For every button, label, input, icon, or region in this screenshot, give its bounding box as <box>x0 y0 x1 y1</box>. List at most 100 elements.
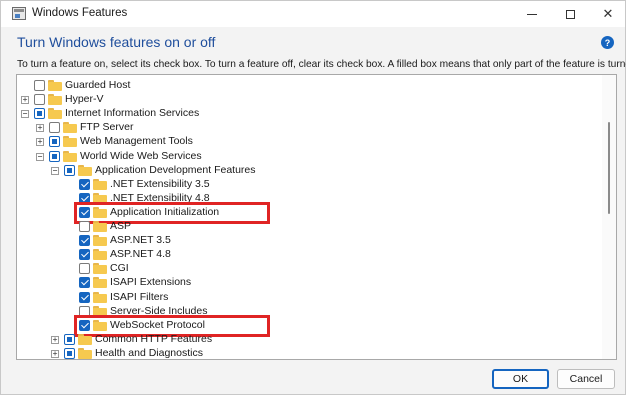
feature-checkbox[interactable] <box>79 319 90 331</box>
feature-row[interactable]: Server-Side Includes <box>17 305 597 319</box>
scrollbar-thumb[interactable] <box>608 122 610 214</box>
folder-icon <box>93 319 107 331</box>
feature-row[interactable]: + Common HTTP Features <box>17 333 597 347</box>
folder-icon <box>93 221 107 232</box>
folder-icon <box>93 277 107 289</box>
feature-row[interactable]: + Hyper-V <box>17 93 597 107</box>
expand-icon[interactable]: + <box>21 96 29 105</box>
collapse-icon[interactable]: − <box>36 152 44 161</box>
windows-features-app-icon <box>12 7 26 20</box>
folder-icon <box>93 178 107 190</box>
folder-icon <box>78 333 92 345</box>
expand-icon[interactable]: + <box>51 349 59 358</box>
folder-icon <box>93 263 107 275</box>
collapse-icon[interactable]: − <box>51 166 59 175</box>
feature-row[interactable]: − Application Development Features <box>17 164 597 178</box>
feature-checkbox[interactable] <box>79 192 90 204</box>
feature-row[interactable]: CGI <box>17 262 597 276</box>
feature-label: Application Development Features <box>95 163 256 176</box>
feature-label: ASP <box>110 220 132 232</box>
page-heading: Turn Windows features on or off <box>17 34 216 50</box>
feature-checkbox[interactable] <box>79 263 90 275</box>
feature-row[interactable]: − Internet Information Services <box>17 107 597 121</box>
windows-features-dialog: Windows Features ✕ Turn Windows features… <box>0 0 626 395</box>
feature-checkbox[interactable] <box>34 94 45 106</box>
feature-row[interactable]: ASP.NET 4.8 <box>17 248 597 262</box>
folder-icon <box>93 235 107 247</box>
folder-icon <box>48 80 62 91</box>
folder-icon <box>93 291 107 303</box>
folder-icon <box>63 122 77 134</box>
feature-row[interactable]: .NET Extensibility 3.5 <box>17 178 597 192</box>
expand-icon[interactable]: + <box>36 138 44 147</box>
feature-row[interactable]: ASP <box>17 220 597 234</box>
feature-row[interactable]: + Web Management Tools <box>17 135 597 149</box>
cancel-button[interactable]: Cancel <box>557 369 615 389</box>
folder-icon <box>93 305 107 317</box>
feature-checkbox[interactable] <box>49 150 60 162</box>
minimize-button[interactable] <box>514 1 550 27</box>
feature-label: .NET Extensibility 4.8 <box>110 191 210 204</box>
feature-label: Web Management Tools <box>80 135 193 148</box>
folder-icon <box>48 94 62 106</box>
feature-label: ISAPI Filters <box>110 290 169 303</box>
feature-row[interactable]: + Health and Diagnostics <box>17 346 597 359</box>
feature-label: Server-Side Includes <box>110 304 208 317</box>
expand-icon[interactable]: + <box>36 124 44 133</box>
feature-label: ASP.NET 4.8 <box>110 248 171 261</box>
feature-checkbox[interactable] <box>79 277 90 289</box>
collapse-icon[interactable]: − <box>21 110 29 119</box>
folder-icon <box>93 192 107 204</box>
feature-label: WebSocket Protocol <box>110 318 205 331</box>
feature-label: FTP Server <box>80 121 134 134</box>
folder-icon <box>78 347 92 359</box>
feature-label: Common HTTP Features <box>95 332 213 345</box>
feature-checkbox[interactable] <box>34 80 45 91</box>
feature-checkbox[interactable] <box>64 333 75 345</box>
feature-checkbox[interactable] <box>79 291 90 303</box>
close-button[interactable]: ✕ <box>590 1 626 27</box>
folder-icon <box>48 108 62 120</box>
maximize-button[interactable] <box>552 1 588 27</box>
feature-label: Hyper-V <box>65 93 104 106</box>
folder-icon <box>63 136 77 148</box>
feature-checkbox[interactable] <box>79 249 90 261</box>
feature-checkbox[interactable] <box>64 347 75 359</box>
maximize-icon <box>565 9 575 19</box>
feature-checkbox[interactable] <box>79 221 90 232</box>
window-title: Windows Features <box>32 7 128 19</box>
help-icon[interactable]: ? <box>601 36 614 49</box>
feature-row[interactable]: WebSocket Protocol <box>17 319 597 333</box>
close-icon: ✕ <box>602 6 614 21</box>
feature-row[interactable]: Guarded Host <box>17 79 597 93</box>
title-bar: Windows Features ✕ <box>1 1 625 27</box>
folder-icon <box>93 249 107 261</box>
feature-row[interactable]: Application Initialization <box>17 206 597 220</box>
feature-label: ISAPI Extensions <box>110 276 192 289</box>
feature-checkbox[interactable] <box>64 164 75 176</box>
vertical-scrollbar[interactable] <box>602 75 616 359</box>
feature-row[interactable]: ISAPI Extensions <box>17 276 597 290</box>
feature-checkbox[interactable] <box>79 178 90 190</box>
instructions-text: To turn a feature on, select its check b… <box>17 59 626 70</box>
feature-checkbox[interactable] <box>79 305 90 317</box>
feature-label: Health and Diagnostics <box>95 346 203 359</box>
folder-icon <box>78 164 92 176</box>
feature-label: CGI <box>110 262 129 275</box>
feature-label: ASP.NET 3.5 <box>110 234 171 247</box>
feature-checkbox[interactable] <box>49 136 60 148</box>
feature-checkbox[interactable] <box>34 108 45 120</box>
feature-row[interactable]: .NET Extensibility 4.8 <box>17 192 597 206</box>
feature-checkbox[interactable] <box>49 122 60 134</box>
feature-checkbox[interactable] <box>79 206 90 218</box>
feature-label: Guarded Host <box>65 79 131 91</box>
expand-icon[interactable]: + <box>51 335 59 344</box>
feature-row[interactable]: + FTP Server <box>17 121 597 135</box>
feature-checkbox[interactable] <box>79 235 90 247</box>
ok-button[interactable]: OK <box>492 369 549 389</box>
features-tree[interactable]: Guarded Host + Hyper-V − Internet Informatio… <box>16 74 617 360</box>
feature-row[interactable]: − World Wide Web Services <box>17 150 597 164</box>
feature-row[interactable]: ASP.NET 3.5 <box>17 234 597 248</box>
feature-row[interactable]: ISAPI Filters <box>17 291 597 305</box>
feature-label: Application Initialization <box>110 205 220 218</box>
